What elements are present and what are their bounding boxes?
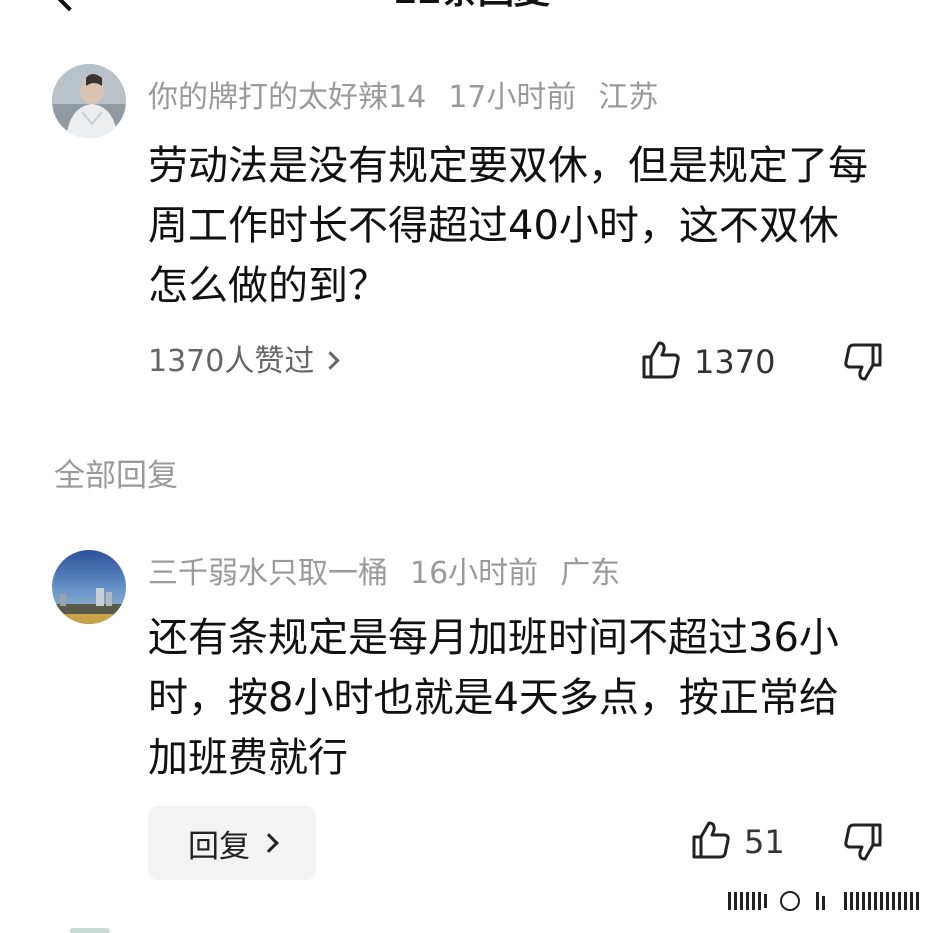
like-count: 51 [744,823,785,861]
timestamp: 17小时前 [448,80,577,115]
dislike-button[interactable] [842,342,884,386]
comment-text: 劳动法是没有规定要双休，但是规定了每周工作时长不得超过40小时，这不双休怎么做的… [148,143,868,309]
comment-meta: 你的牌打的太好辣14 17小时前 江苏 [148,80,680,116]
reply-button-label: 回复 [188,828,250,865]
comment-detail-page: 12条回复 你的牌打的太好辣14 17小时前江苏 劳动法是没有规定要双休，但是规定… [0,0,942,933]
watermark-icon [728,888,923,914]
like-button[interactable]: 1370 [640,340,775,384]
chevron-right-icon [321,351,341,370]
thumbs-down-icon [842,821,884,867]
next-avatar-peek [70,928,110,933]
timestamp: 16小时前 [410,556,539,591]
location: 江苏 [598,80,659,115]
thumbs-up-icon [640,339,682,385]
section-title: 全部回复 [54,458,178,494]
thumbs-up-icon [690,819,732,865]
avatar[interactable] [52,550,126,624]
thumbs-down-icon [842,341,884,387]
location: 广东 [560,556,621,591]
username[interactable]: 三千弱水只取一桶 [148,556,388,591]
like-button[interactable]: 51 [690,820,785,864]
like-count: 1370 [694,343,776,381]
avatar[interactable] [52,64,126,138]
top-bar: 12条回复 [0,0,942,12]
likes-link-label: 1370人赞过 [148,344,315,379]
username[interactable]: 你的牌打的太好辣14 [148,80,426,115]
reply-button[interactable]: 回复 [148,806,316,880]
page-title: 12条回复 [0,0,942,10]
comment-meta: 三千弱水只取一桶 16小时前 广东 [148,556,642,592]
chevron-right-icon [259,833,279,853]
dislike-button[interactable] [842,822,884,866]
comment-text: 还有条规定是每月加班时间不超过36小时，按8小时也就是4天多点，按正常给加班费就… [148,615,839,781]
likes-link[interactable]: 1370人赞过 [148,344,341,380]
